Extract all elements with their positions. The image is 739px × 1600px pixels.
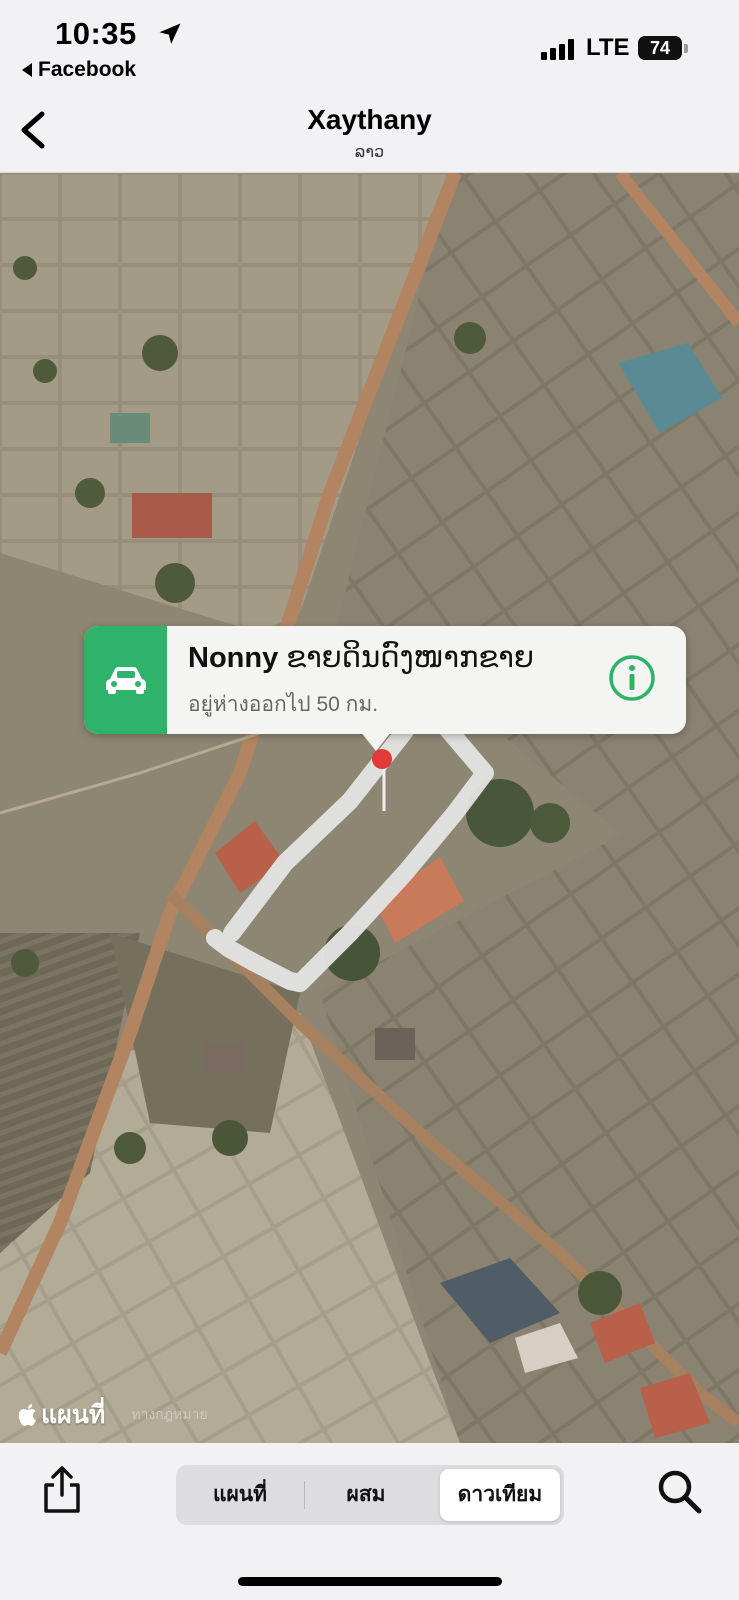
network-type: LTE (586, 34, 630, 61)
battery-icon: 74 (638, 36, 682, 60)
map-type-segmented-control: แผนที่ ผสม ดาวเทียม (176, 1465, 564, 1525)
callout-icon-box (84, 626, 167, 734)
back-app-label: Facebook (38, 58, 137, 81)
cellular-signal-icon (541, 38, 574, 60)
segment-map[interactable]: แผนที่ (180, 1469, 300, 1521)
satellite-imagery (0, 173, 739, 1443)
callout-title: Nonny ຂາຍດິນດົງໜາກຂາຍ (188, 640, 534, 675)
callout-title-rest: ຂາຍດິນດົງໜາກຂາຍ (278, 642, 534, 674)
segment-divider (304, 1481, 305, 1509)
info-icon[interactable] (608, 654, 656, 702)
home-indicator (238, 1577, 502, 1586)
legal-link[interactable]: ทางกฎหมาย (131, 1404, 207, 1426)
page-subtitle: ລາວ (354, 144, 385, 161)
location-callout[interactable]: Nonny ຂາຍດິນດົງໜາກຂາຍ อยู่ห่างออกไป 50 ก… (84, 626, 686, 734)
maps-brand: แผนที่ (18, 1395, 105, 1435)
status-bar: 10:35 Facebook LTE 74 (0, 0, 739, 96)
share-icon[interactable] (40, 1465, 84, 1515)
segment-satellite[interactable]: ดาวเทียม (440, 1469, 560, 1521)
search-icon[interactable] (655, 1467, 705, 1517)
callout-pointer (360, 731, 392, 751)
back-triangle-icon (22, 63, 32, 77)
callout-distance: อยู่ห่างออกไป 50 กม. (188, 693, 379, 716)
bottom-toolbar: แผนที่ ผสม ดาวเทียม (0, 1443, 739, 1600)
satellite-map[interactable] (0, 173, 739, 1443)
apple-logo-icon (18, 1404, 36, 1426)
maps-brand-label: แผนที่ (41, 1401, 106, 1429)
segment-hybrid[interactable]: ผสม (306, 1469, 426, 1521)
battery-level: 74 (649, 37, 671, 58)
battery-nub (684, 44, 688, 53)
car-icon (105, 667, 146, 694)
clock: 10:35 (55, 16, 137, 51)
navigation-bar: Xaythany ລາວ (0, 96, 739, 173)
callout-title-name: Nonny (188, 642, 279, 674)
back-to-app-link[interactable]: Facebook (22, 58, 136, 82)
map-attribution: แผนที่ ทางกฎหมาย (18, 1395, 208, 1435)
page-title: Xaythany (307, 104, 432, 135)
location-arrow-icon (159, 23, 181, 44)
